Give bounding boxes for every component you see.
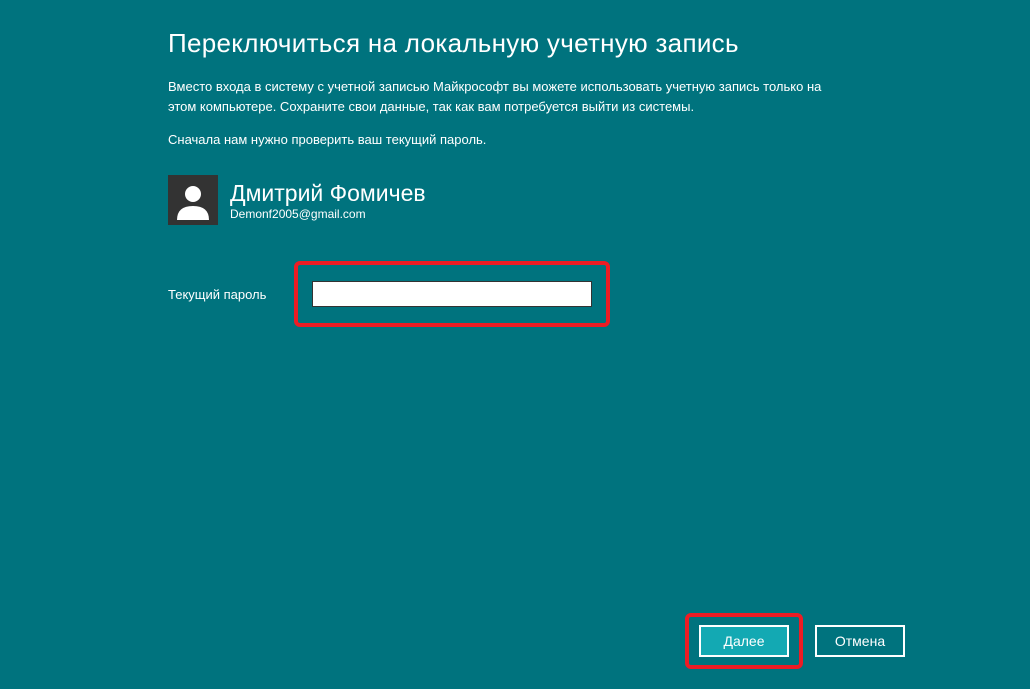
password-row: Текущий пароль: [168, 261, 1030, 327]
user-details: Дмитрий Фомичев Demonf2005@gmail.com: [230, 180, 426, 221]
avatar: [168, 175, 218, 225]
cancel-button[interactable]: Отмена: [815, 625, 905, 657]
user-info-block: Дмитрий Фомичев Demonf2005@gmail.com: [168, 175, 1030, 225]
highlight-password-input: [294, 261, 610, 327]
next-button[interactable]: Далее: [699, 625, 789, 657]
highlight-next-button: Далее: [685, 613, 803, 669]
page-title: Переключиться на локальную учетную запис…: [168, 28, 1030, 59]
current-password-input[interactable]: [312, 281, 592, 307]
password-label: Текущий пароль: [168, 287, 280, 302]
subdescription-text: Сначала нам нужно проверить ваш текущий …: [168, 132, 1030, 147]
user-icon: [173, 180, 213, 220]
switch-account-dialog: Переключиться на локальную учетную запис…: [0, 0, 1030, 689]
description-text: Вместо входа в систему с учетной записью…: [168, 77, 838, 116]
user-email: Demonf2005@gmail.com: [230, 207, 426, 221]
user-name: Дмитрий Фомичев: [230, 180, 426, 207]
button-bar: Далее Отмена: [685, 613, 905, 669]
